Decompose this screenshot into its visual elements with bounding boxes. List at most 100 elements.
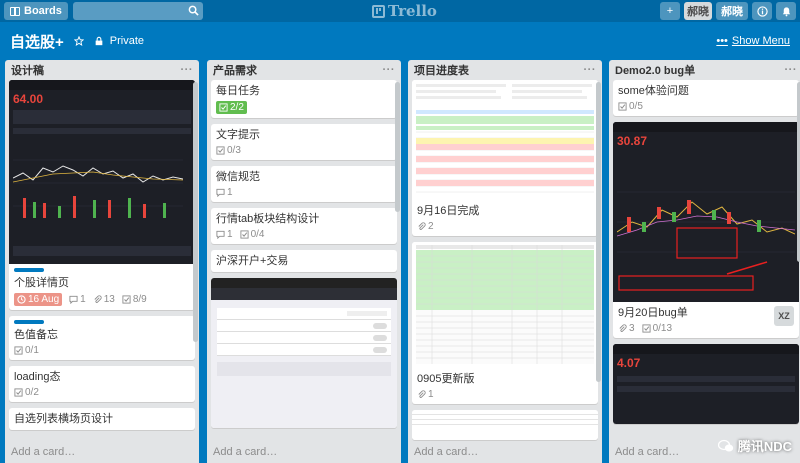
privacy-label[interactable]: Private xyxy=(110,35,144,47)
attachments-badge: 1 xyxy=(417,389,434,400)
card-landscape-design[interactable]: 自选列表横场页设计 xyxy=(9,408,195,430)
search-box[interactable] xyxy=(72,2,203,20)
card-title: 行情tab板块结构设计 xyxy=(216,213,320,225)
add-card-button[interactable]: Add a card… xyxy=(5,441,199,463)
checklist-icon xyxy=(618,102,627,111)
card-cover-image xyxy=(412,80,598,200)
user-name-button[interactable]: 郝晓 xyxy=(716,2,748,20)
comments-badge: 1 xyxy=(216,187,233,198)
attachment-icon xyxy=(418,222,426,230)
list-project-schedule: 项目进度表 ··· 9月16日完成 2 0905更新版 1 Add a card… xyxy=(408,60,602,463)
show-menu-label: Show Menu xyxy=(731,35,790,47)
attachment-icon xyxy=(619,324,627,332)
add-card-button[interactable]: Add a card… xyxy=(408,441,602,463)
list-menu-icon[interactable]: ··· xyxy=(584,64,597,76)
card-cover-image xyxy=(412,242,598,368)
search-icon[interactable] xyxy=(188,5,199,16)
checklist-icon xyxy=(122,295,131,304)
avatar[interactable]: 郝晓 xyxy=(684,2,712,20)
card-schedule-sheet-3[interactable] xyxy=(412,410,598,440)
comments-badge: 1 xyxy=(216,229,233,240)
list-header[interactable]: Demo2.0 bug单 ··· xyxy=(609,60,800,80)
bell-icon xyxy=(782,6,790,16)
watermark: 腾讯NDC xyxy=(717,436,792,455)
card-title: some体验问题 xyxy=(618,85,689,97)
list-header[interactable]: 产品需求 ··· xyxy=(207,60,401,80)
board-title[interactable]: 自选股+ xyxy=(10,31,64,52)
card-text-hints[interactable]: 文字提示 0/3 xyxy=(211,124,397,160)
add-card-button[interactable]: Add a card… xyxy=(207,441,401,463)
list-scrollbar[interactable] xyxy=(596,82,601,382)
comment-icon xyxy=(69,295,78,304)
checklist-badge: 0/5 xyxy=(618,101,643,112)
list-menu-icon[interactable]: ··· xyxy=(383,64,396,76)
list-header[interactable]: 设计稿 ··· xyxy=(5,60,199,80)
card-wechat-guidelines[interactable]: 微信规范 1 xyxy=(211,166,397,202)
card-stock-detail[interactable]: 64.00 个股详情页 16 Aug 1 13 8/9 xyxy=(9,80,195,310)
card-cover-image: 30.87 xyxy=(613,122,799,302)
card-title: 文字提示 xyxy=(216,129,260,141)
boards-button[interactable]: Boards xyxy=(4,2,68,20)
card-cover-image: 64.00 xyxy=(9,80,195,264)
notifications-button[interactable] xyxy=(776,2,796,20)
list-header[interactable]: 项目进度表 ··· xyxy=(408,60,602,80)
comment-icon xyxy=(216,230,225,239)
checklist-badge: 0/3 xyxy=(216,145,241,156)
card-label xyxy=(14,268,44,272)
more-dots-icon: ••• xyxy=(716,35,728,47)
card-daily-tasks[interactable]: 每日任务 2/2 xyxy=(211,80,397,118)
checklist-badge: 0/2 xyxy=(14,387,39,398)
list-title[interactable]: 设计稿 xyxy=(11,62,44,78)
list-scrollbar[interactable] xyxy=(395,82,400,212)
list-title[interactable]: Demo2.0 bug单 xyxy=(615,62,695,78)
attachments-badge: 2 xyxy=(417,221,434,232)
list-menu-icon[interactable]: ··· xyxy=(181,64,194,76)
checklist-icon xyxy=(240,230,249,239)
boards-icon xyxy=(10,6,20,16)
list-title[interactable]: 项目进度表 xyxy=(414,62,469,78)
card-cover-image xyxy=(211,278,397,428)
card-title: 0905更新版 xyxy=(417,373,475,385)
checklist-icon xyxy=(642,324,651,333)
mock-price: 4.07 xyxy=(617,356,641,370)
list-design: 设计稿 ··· 64.00 个股详情页 16 Aug 1 13 8/9 色值备忘… xyxy=(5,60,199,463)
card-sept20-bugs[interactable]: 30.87 XZ 9月20日bug单 3 0/13 xyxy=(613,122,799,338)
card-account-trading[interactable]: 沪深开户+交易 xyxy=(211,250,397,272)
card-cover-image xyxy=(412,410,598,440)
info-button[interactable] xyxy=(752,2,772,20)
search-input[interactable] xyxy=(72,2,203,20)
lock-icon xyxy=(95,36,103,46)
card-loading-state[interactable]: loading态 0/2 xyxy=(9,366,195,402)
show-menu-button[interactable]: ••• Show Menu xyxy=(716,35,790,47)
attachment-icon xyxy=(94,295,102,303)
checklist-complete-badge: 2/2 xyxy=(216,101,247,114)
board-header: 自选股+ Private ••• Show Menu xyxy=(0,28,800,54)
card-label xyxy=(14,320,44,324)
star-icon[interactable] xyxy=(73,36,84,46)
list-title[interactable]: 产品需求 xyxy=(213,62,257,78)
checklist-badge: 0/1 xyxy=(14,345,39,356)
checklist-icon xyxy=(216,146,225,155)
due-date-badge: 16 Aug xyxy=(14,293,63,306)
attachments-badge: 13 xyxy=(93,294,115,305)
trello-logo[interactable]: Trello xyxy=(372,2,437,20)
add-button[interactable]: + xyxy=(660,2,680,20)
card-title: 沪深开户+交易 xyxy=(216,255,289,267)
list-demo-bugs: Demo2.0 bug单 ··· some体验问题 0/5 30.87 XZ 9… xyxy=(609,60,800,463)
checklist-badge: 0/4 xyxy=(240,229,264,240)
list-scrollbar[interactable] xyxy=(193,82,198,342)
card-bug-screenshot-3[interactable]: 4.07 xyxy=(613,344,799,424)
card-market-tab-structure[interactable]: 行情tab板块结构设计 1 0/4 xyxy=(211,208,397,244)
card-sept16-done[interactable]: 9月16日完成 2 xyxy=(412,80,598,236)
card-ux-issues[interactable]: some体验问题 0/5 xyxy=(613,80,799,116)
card-settings-screenshot[interactable] xyxy=(211,278,397,428)
card-0905-update[interactable]: 0905更新版 1 xyxy=(412,242,598,404)
attachment-icon xyxy=(418,390,426,398)
list-menu-icon[interactable]: ··· xyxy=(785,64,798,76)
member-avatar[interactable]: XZ xyxy=(774,306,794,326)
clock-icon xyxy=(17,295,26,304)
info-icon xyxy=(756,5,768,17)
comments-badge: 1 xyxy=(69,294,86,305)
card-color-notes[interactable]: 色值备忘 0/1 xyxy=(9,316,195,360)
card-cover-image: 4.07 xyxy=(613,344,799,424)
